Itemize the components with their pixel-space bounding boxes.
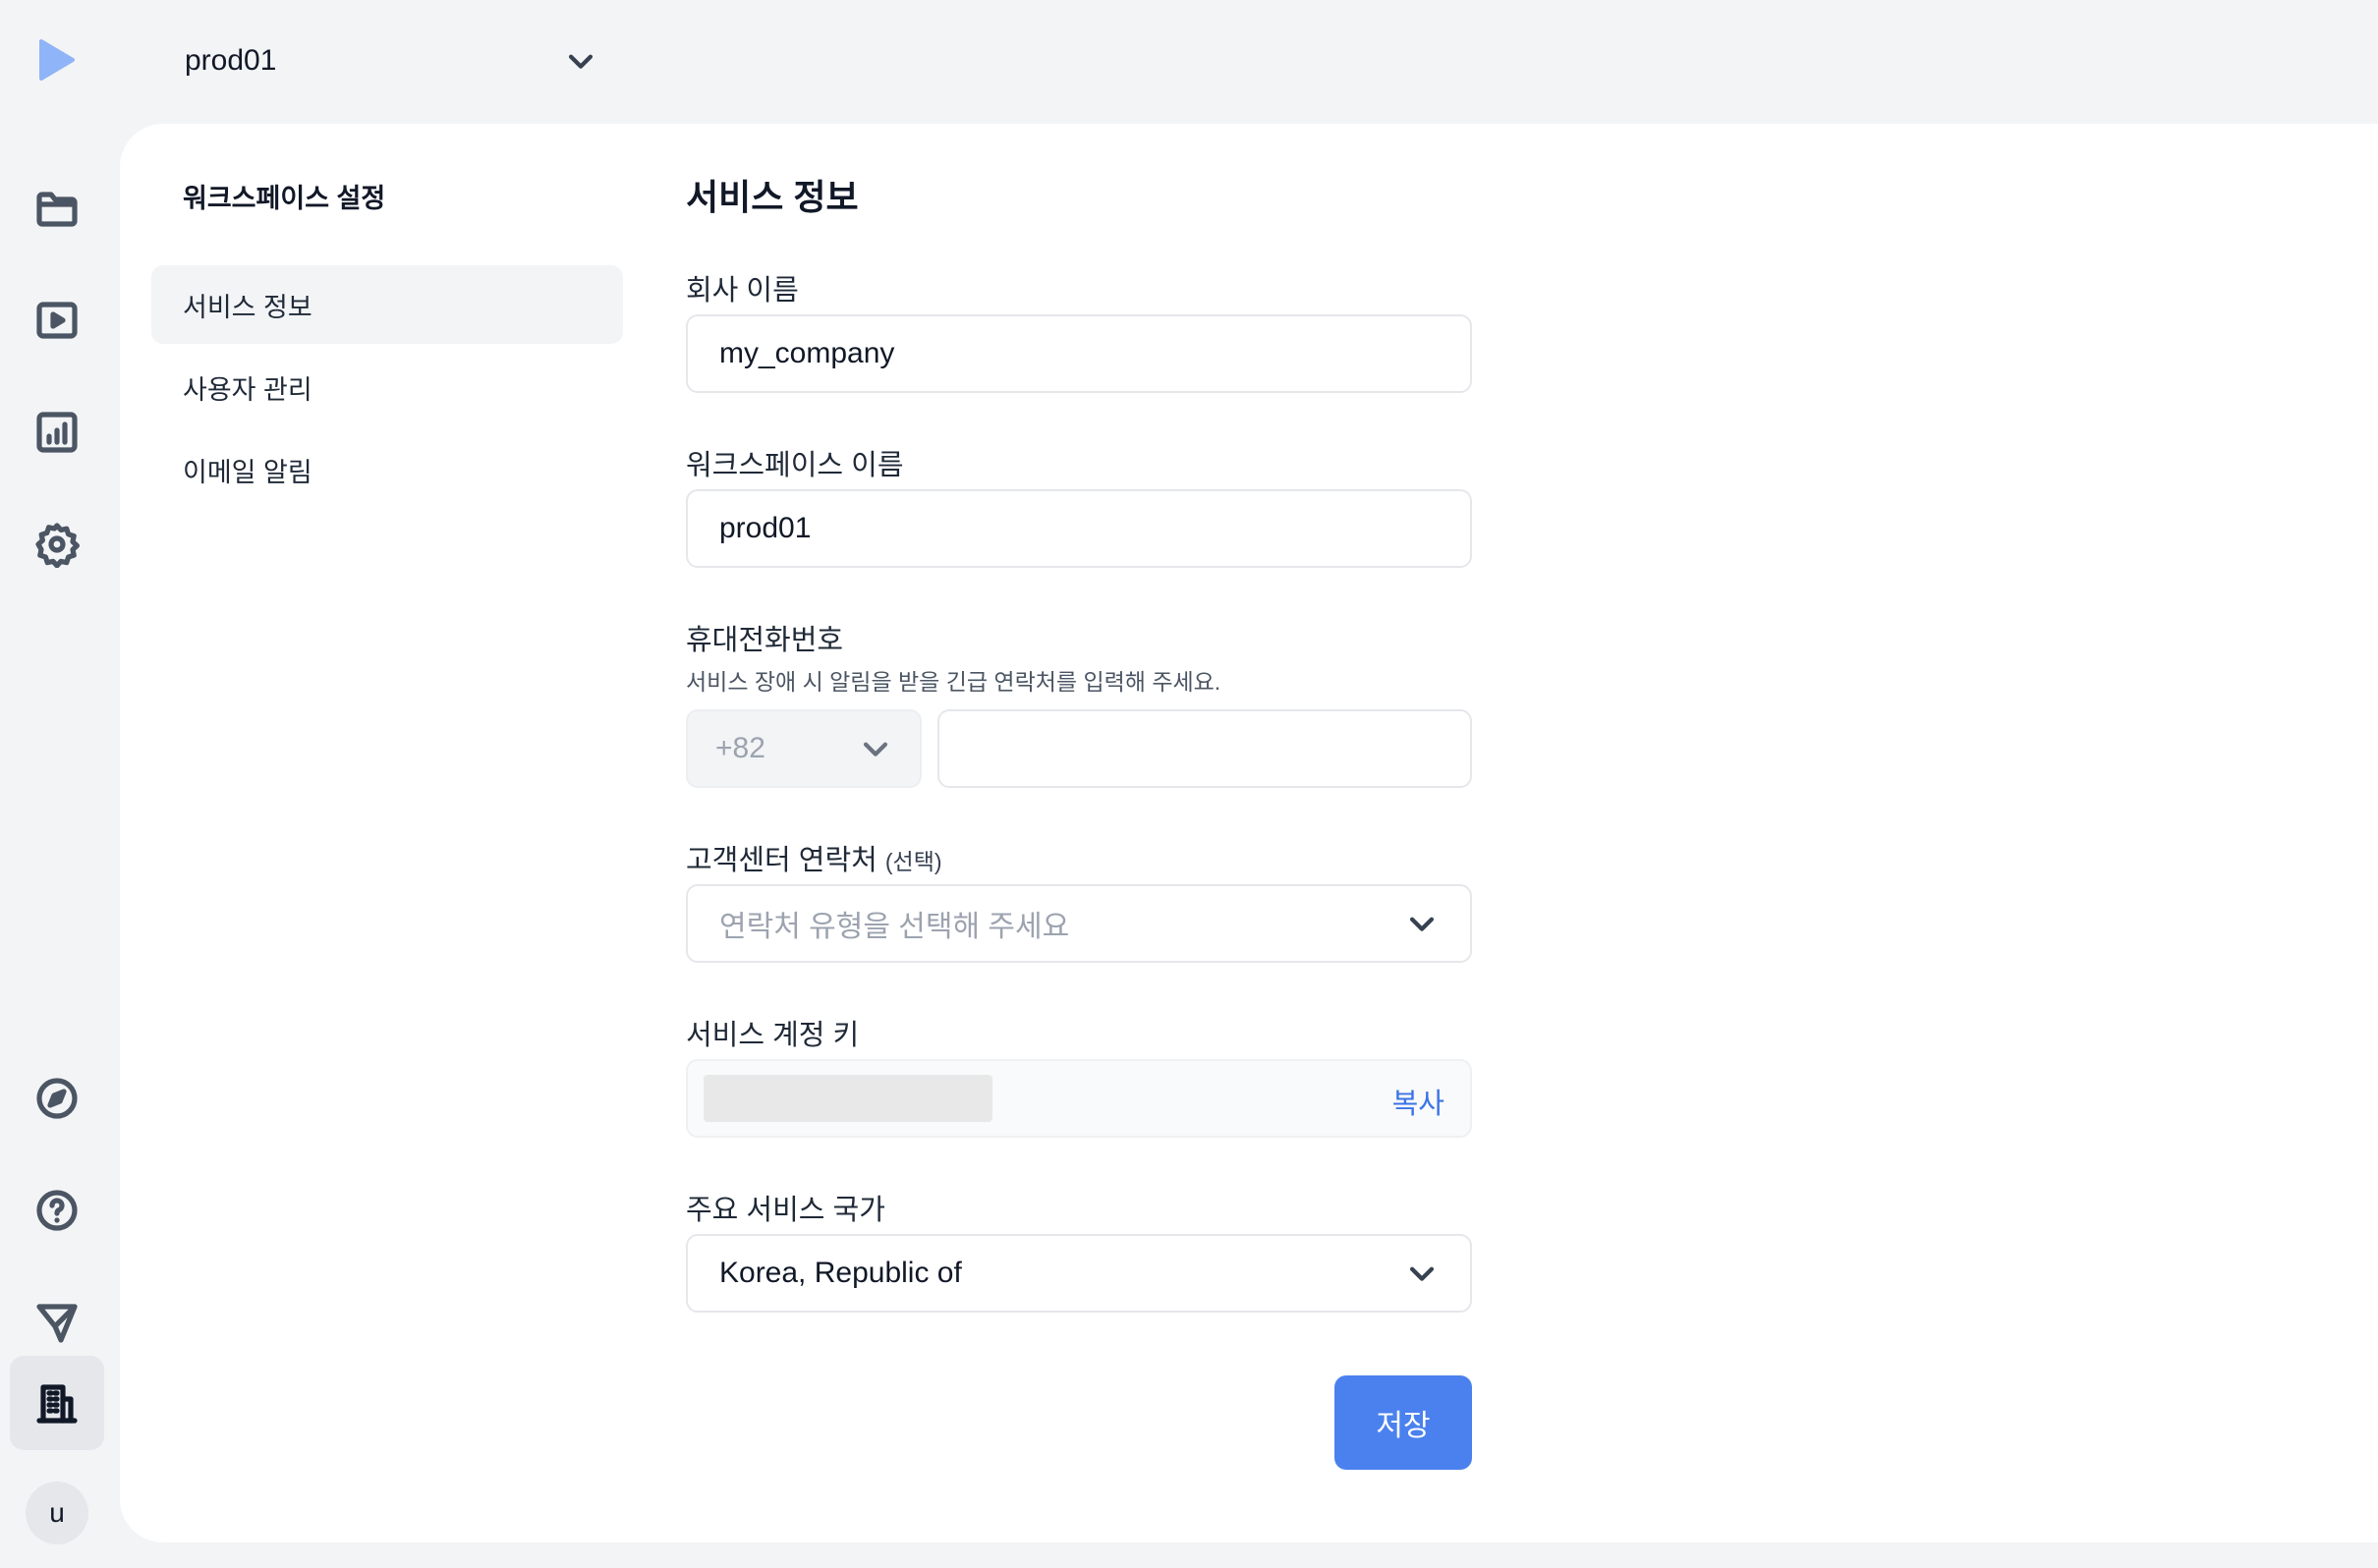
sidebar-item-label: 이메일 알림 — [183, 457, 312, 487]
phone-input[interactable] — [971, 732, 1439, 765]
gear-icon — [35, 523, 80, 568]
support-contact-placeholder: 연락처 유형을 선택해 주세요 — [719, 911, 1070, 943]
sidebar-item-label: 서비스 정보 — [183, 292, 312, 322]
settings-nav-title: 워크스페이스 설정 — [183, 184, 386, 213]
avatar[interactable]: u — [26, 1482, 88, 1544]
phone-field[interactable] — [937, 709, 1472, 788]
folder-icon — [36, 192, 78, 227]
country-code-select[interactable]: +82 — [686, 709, 922, 788]
service-key-field: 복사 — [686, 1059, 1472, 1138]
copy-button[interactable]: 복사 — [1392, 1081, 1444, 1122]
company-name-input[interactable] — [719, 337, 1439, 370]
sidebar-item-label: 사용자 관리 — [183, 374, 312, 405]
phone-hint: 서비스 장애 시 알림을 받을 긴급 연락처를 입력해 주세요. — [686, 669, 1221, 695]
service-key-masked-value — [704, 1075, 992, 1122]
play-icon — [36, 302, 78, 339]
service-key-label: 서비스 계정 키 — [686, 1020, 860, 1051]
workspace-select-value: prod01 — [185, 44, 277, 77]
workspace-name-input[interactable] — [719, 512, 1439, 545]
logo-play-icon[interactable] — [37, 37, 77, 83]
workspace-name-label: 워크스페이스 이름 — [686, 450, 904, 481]
country-label: 주요 서비스 국가 — [686, 1195, 885, 1226]
company-name-field[interactable] — [686, 314, 1472, 393]
building-icon — [36, 1384, 78, 1424]
country-select-value: Korea, Republic of — [719, 1257, 962, 1289]
icon-rail: u — [0, 0, 118, 1568]
support-contact-label: 고객센터 연락처 (선택) — [686, 837, 942, 878]
support-contact-type-select[interactable]: 연락처 유형을 선택해 주세요 — [686, 884, 1472, 963]
optional-tag: (선택) — [884, 849, 942, 874]
country-code-value: +82 — [715, 732, 765, 764]
chevron-down-icon — [863, 742, 888, 756]
page-title: 서비스 정보 — [686, 177, 859, 217]
rail-analytics[interactable] — [10, 385, 104, 479]
avatar-initial: u — [49, 1497, 65, 1528]
rail-settings[interactable] — [10, 497, 104, 591]
rail-workspace[interactable] — [10, 1356, 104, 1450]
company-name-label: 회사 이름 — [686, 275, 799, 307]
support-contact-label-text: 고객센터 연락처 — [686, 845, 878, 876]
country-select[interactable]: Korea, Republic of — [686, 1234, 1472, 1313]
save-button[interactable]: 저장 — [1334, 1375, 1472, 1470]
phone-label: 휴대전화번호 — [686, 625, 844, 656]
rail-help[interactable] — [10, 1163, 104, 1258]
sidebar-item-user-management[interactable]: 사용자 관리 — [151, 348, 623, 426]
chevron-down-icon — [1409, 1266, 1435, 1281]
workspace-name-field[interactable] — [686, 489, 1472, 568]
compass-icon — [36, 1078, 78, 1119]
chart-icon — [36, 412, 78, 453]
chevron-down-icon — [568, 54, 594, 69]
sidebar-item-service-info[interactable]: 서비스 정보 — [151, 265, 623, 344]
rail-replays[interactable] — [10, 273, 104, 367]
send-icon — [36, 1304, 78, 1343]
help-icon — [36, 1190, 78, 1231]
rail-projects[interactable] — [10, 161, 104, 255]
rail-explore[interactable] — [10, 1051, 104, 1146]
sidebar-item-email-alerts[interactable]: 이메일 알림 — [151, 430, 623, 509]
workspace-select[interactable]: prod01 — [185, 33, 597, 88]
chevron-down-icon — [1409, 917, 1435, 931]
